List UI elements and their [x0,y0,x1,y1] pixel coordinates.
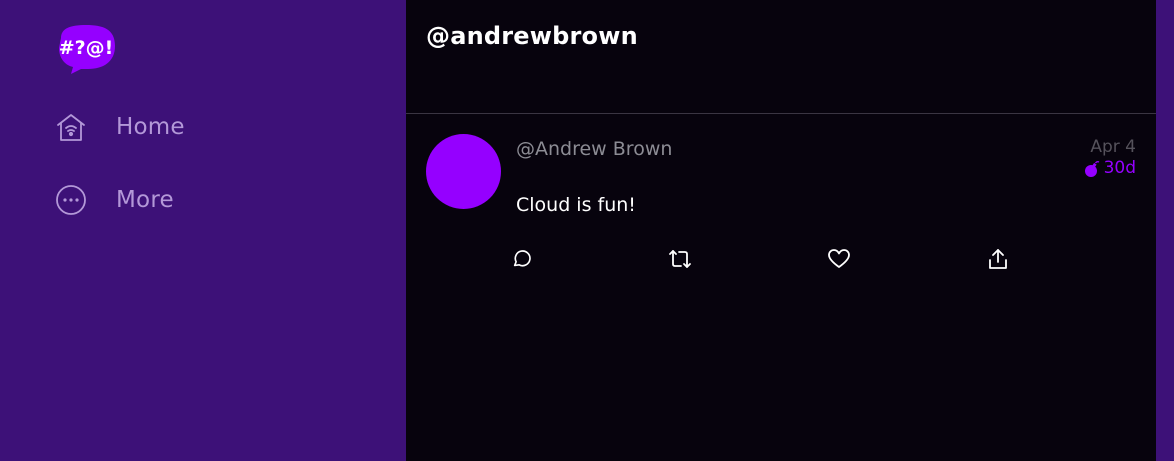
like-icon [828,249,850,268]
share-button[interactable] [986,247,1010,271]
post-meta: Apr 4 30d [1083,137,1136,179]
more-icon [55,184,87,216]
logo-bubble-icon: #?@! [59,25,115,74]
page-title: @andrewbrown [426,22,638,50]
sidebar-item-label-home: Home [116,114,185,140]
repost-icon [669,250,691,268]
post-expiry-text: 30d [1103,158,1136,178]
post-message: Cloud is fun! [516,194,636,216]
bomb-icon [1084,160,1099,177]
main-feed: @andrewbrown @Andrew Brown Apr 4 30d Clo… [406,0,1156,461]
sidebar: #?@! Home More [0,0,406,461]
post-handle[interactable]: @Andrew Brown [516,138,672,160]
app-logo[interactable]: #?@! [55,24,117,74]
avatar[interactable] [426,134,501,209]
post-item[interactable]: @Andrew Brown Apr 4 30d Cloud is fun! [406,114,1156,294]
logo-text: #?@! [59,37,114,59]
sidebar-item-label-more: More [116,187,174,213]
right-edge-panel [1156,0,1174,461]
sidebar-item-more[interactable]: More [55,182,174,218]
post-date: Apr 4 [1090,137,1136,157]
share-icon [989,249,1007,269]
home-icon [55,111,87,143]
post-expiry: 30d [1083,158,1136,179]
reply-icon [513,250,531,267]
feed-header: @andrewbrown [406,0,1156,114]
reply-button[interactable] [510,247,534,271]
repost-button[interactable] [668,247,692,271]
sidebar-item-home[interactable]: Home [55,109,185,145]
like-button[interactable] [827,247,851,271]
